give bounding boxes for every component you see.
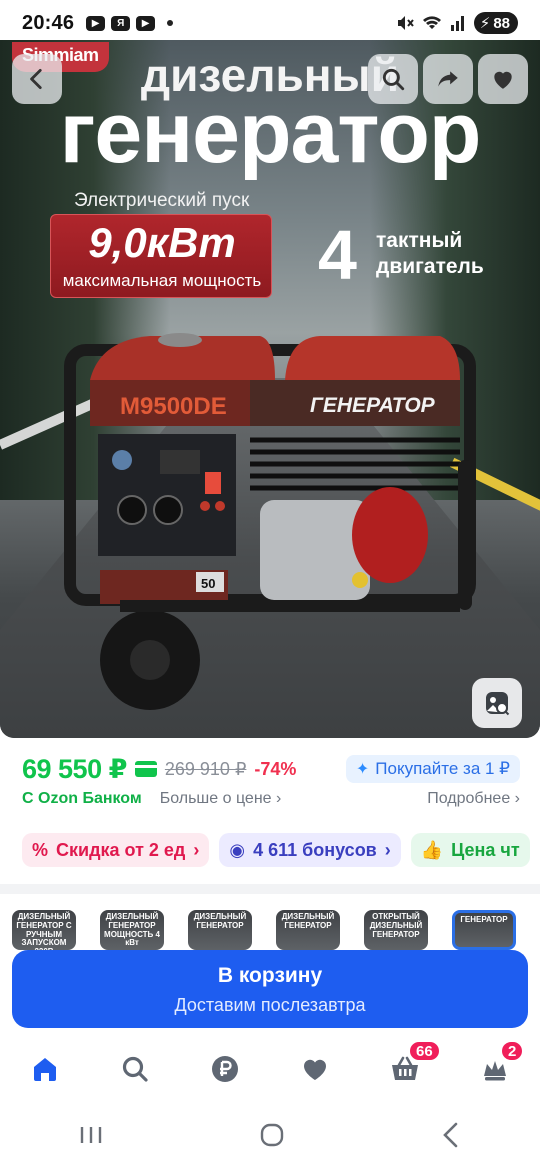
nav-profile[interactable]: 2 [470, 1040, 525, 1094]
discount-percent: -74% [254, 758, 297, 779]
chip-bonuses[interactable]: ◉ 4 611 бонусов › [219, 833, 401, 867]
back-icon [30, 68, 42, 90]
chip-price[interactable]: 👍 Цена чт [410, 833, 530, 867]
heart-icon [494, 71, 512, 89]
stroke-number: 4 [318, 216, 357, 294]
delivery-subtitle: Доставим послезавтра [174, 995, 366, 1015]
ruble-icon [212, 1056, 238, 1082]
price-row: 69 550 ₽ 269 910 ₽ -74% ✦ Покупайте за 1… [22, 754, 520, 784]
system-nav-bar [0, 1100, 540, 1170]
ozon-bank-label[interactable]: С Ozon Банком [22, 790, 142, 808]
chip-bulk-discount[interactable]: % Скидка от 2 ед › [22, 833, 210, 867]
notification-dot [167, 20, 174, 26]
thumbnail[interactable]: ДИЗЕЛЬНЫЙ ГЕНЕРАТОР [188, 910, 252, 950]
chevron-right-icon: › [276, 790, 282, 807]
bolt-icon: ⚡ [479, 15, 491, 32]
old-price: 269 910 ₽ [164, 758, 247, 779]
add-to-cart-title: В корзину [217, 964, 323, 987]
back-system-icon[interactable] [439, 1121, 463, 1149]
image-search-button[interactable] [472, 678, 522, 728]
buy-for-one-ruble-button[interactable]: ✦ Покупайте за 1 ₽ [345, 755, 520, 783]
price-sub-row: С Ozon Банком Больше о цене › Подробнее … [22, 788, 520, 810]
search-icon [382, 68, 405, 91]
power-caption: максимальная мощность [62, 271, 262, 290]
thumbnail[interactable]: ДИЗЕЛЬНЫЙ ГЕНЕРАТОР [276, 910, 340, 950]
nav-home[interactable] [20, 1044, 70, 1094]
home-icon [34, 1058, 56, 1081]
wifi-icon [422, 16, 441, 29]
panel-name: ГЕНЕРАТОР [310, 394, 436, 417]
profile-badge: 2 [500, 1040, 525, 1062]
lens-search-icon [486, 692, 510, 716]
chip-label: Цена чт [451, 839, 520, 860]
bottom-nav: 66 2 [0, 1038, 540, 1100]
chip-label: Скидка от 2 ед [56, 839, 186, 860]
cart-badge: 66 [408, 1040, 441, 1062]
more-details-link[interactable]: Подробнее › [427, 790, 520, 808]
more-price-label: Больше о цене [159, 790, 272, 807]
nav-search[interactable] [110, 1044, 160, 1094]
status-right-icons: ⚡ 88 [396, 12, 518, 34]
nav-finance[interactable] [200, 1044, 250, 1094]
nav-favorites[interactable] [290, 1044, 340, 1094]
back-button[interactable] [12, 54, 62, 104]
thumbnail[interactable]: ДИЗЕЛЬНЫЙ ГЕНЕРАТОР С РУЧНЫМ ЗАПУСКОМ 22… [12, 910, 76, 956]
section-divider [0, 884, 540, 894]
thumbnail[interactable]: ОТКРЫТЫЙ ДИЗЕЛЬНЫЙ ГЕНЕРАТОР [364, 910, 428, 950]
nav-cart[interactable]: 66 [380, 1040, 441, 1094]
image-thumbnails: ДИЗЕЛЬНЫЙ ГЕНЕРАТОР С РУЧНЫМ ЗАПУСКОМ 22… [12, 910, 540, 956]
favorite-button[interactable] [478, 54, 528, 104]
thumbnail[interactable]: ДИЗЕЛЬНЫЙ ГЕНЕРАТОР МОЩНОСТЬ 4 кВт [100, 910, 164, 950]
share-icon [438, 71, 458, 87]
signal-icon [450, 16, 464, 31]
chevron-right-icon: › [193, 839, 200, 860]
panel-model: M9500DE [120, 393, 227, 420]
buy-for-label: Покупайте за 1 ₽ [375, 759, 510, 778]
status-time: 20:46 [22, 11, 75, 34]
chip-label: 4 611 бонусов [253, 839, 377, 860]
battery-level: 88 [493, 14, 510, 32]
thumbs-up-icon: 👍 [420, 839, 444, 860]
thumbnail-selected[interactable]: ГЕНЕРАТОР [452, 910, 516, 950]
chevron-right-icon: › [384, 839, 391, 860]
card-icon [134, 761, 157, 777]
start-type-label: Электрический пуск [74, 190, 250, 211]
power-value: 9,0кВт [88, 219, 236, 266]
product-image[interactable]: Simmiam дизельный генератор Электрически… [0, 40, 540, 738]
bonus-icon: ◉ [229, 839, 246, 860]
yandex-icon: Я [111, 15, 131, 31]
status-left-icons: ▶ Я ▶ [86, 15, 174, 31]
panel-gauge: 50 [201, 576, 215, 591]
sparkle-icon: ✦ [355, 761, 370, 778]
current-price: 69 550 ₽ [22, 753, 127, 784]
add-to-cart-button[interactable]: В корзину Доставим послезавтра [12, 950, 528, 1028]
generator-illustration: M9500DE ГЕНЕРАТОР 50 [64, 333, 476, 710]
more-details-label: Подробнее [427, 790, 511, 807]
stroke-text: тактный двигатель [376, 228, 484, 281]
youtube-icon: ▶ [86, 15, 106, 31]
mute-icon [397, 16, 414, 30]
stroke-text-line2: двигатель [376, 255, 484, 279]
share-button[interactable] [423, 54, 473, 104]
more-price-link[interactable]: Больше о цене › [160, 790, 282, 808]
search-button[interactable] [368, 54, 418, 104]
search-icon [122, 1056, 148, 1082]
heart-icon [303, 1059, 327, 1080]
power-badge: 9,0кВт максимальная мощность [50, 214, 272, 298]
stroke-text-line1: тактный [376, 229, 463, 252]
chevron-right-icon: › [514, 790, 520, 807]
recent-apps-icon[interactable] [77, 1123, 105, 1147]
promo-chips: % Скидка от 2 ед › ◉ 4 611 бонусов › 👍 Ц… [22, 833, 540, 867]
youtube-icon: ▶ [136, 15, 156, 31]
percent-icon: % [32, 839, 49, 860]
battery-indicator: ⚡ 88 [473, 12, 518, 34]
home-system-icon[interactable] [258, 1121, 286, 1149]
